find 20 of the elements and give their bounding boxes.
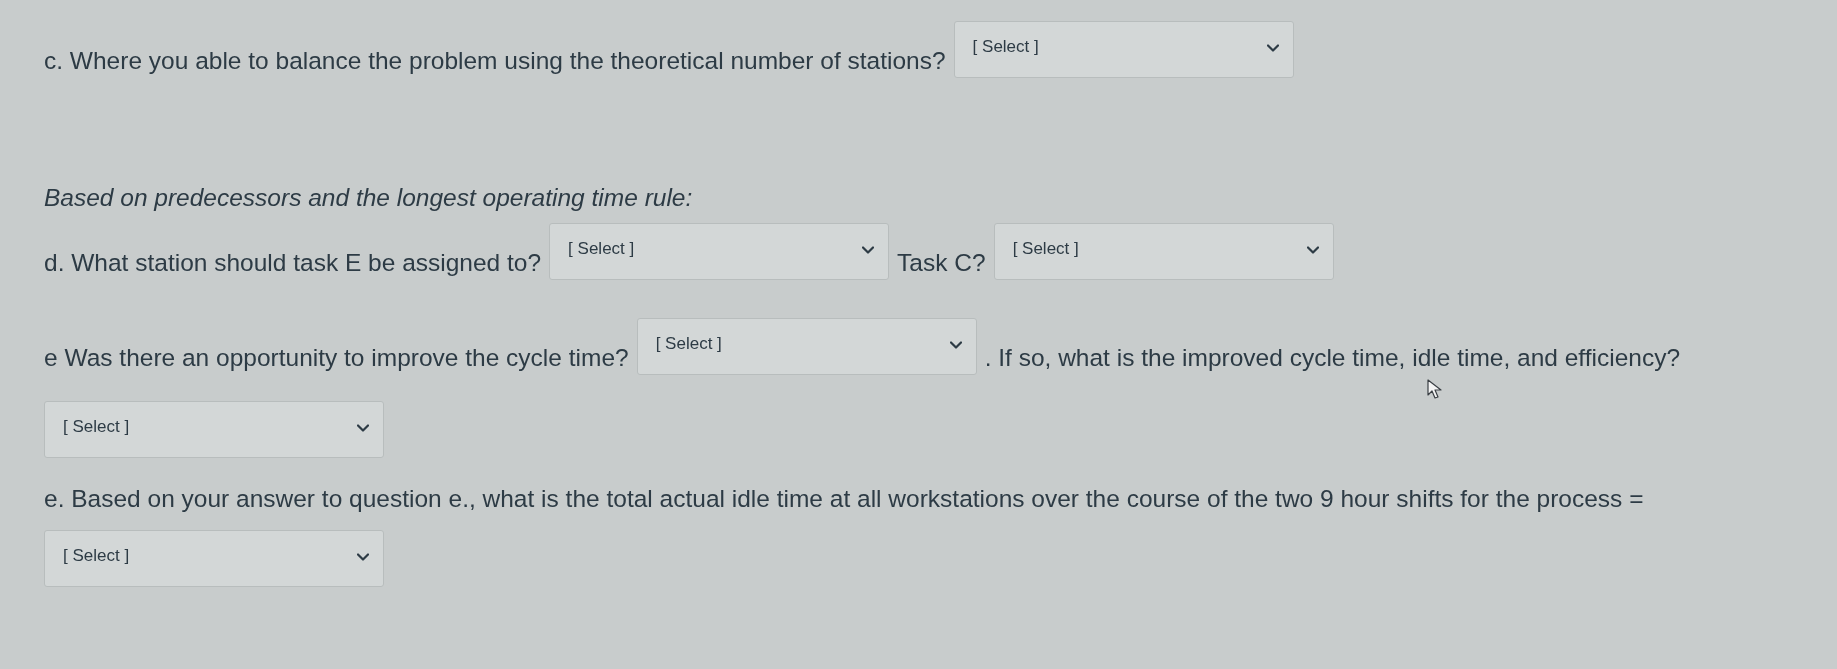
chevron-down-icon [949,341,962,349]
dropdown-select[interactable]: [ Select ] [993,223,1334,280]
chevron-down-icon [1266,44,1279,52]
dropdown-select[interactable]: [ Select ] [953,21,1294,78]
chevron-down-icon [862,246,875,254]
question-text: e Was there an opportunity to improve the cycle time? [44,343,629,373]
mouse-pointer-icon [1427,379,1443,399]
question-text: Task C? [897,248,986,278]
chevron-down-icon [357,553,369,561]
dropdown-select[interactable]: [ Select ] [44,401,384,458]
dropdown-select[interactable]: [ Select ] [549,223,890,280]
dropdown-select[interactable]: [ Select ] [44,530,384,587]
instruction-text: Based on predecessors and the longest operating time rule: [44,184,693,211]
question-text: e. Based on your answer to question e., what is the total actual idle time at all workstations over the course of the two 9 hour shifts for the process = [44,484,1644,514]
question-text: . If so, what is the improved cycle time, idle time, and efficiency? [984,343,1681,373]
dropdown-select[interactable]: [ Select ] [636,318,977,375]
chevron-down-icon [357,424,369,432]
question-text: c. Where you able to balance the problem using the theoretical number of stations? [44,46,946,76]
chevron-down-icon [1306,246,1319,254]
question-text: d. What station should task E be assigned to? [44,248,542,278]
